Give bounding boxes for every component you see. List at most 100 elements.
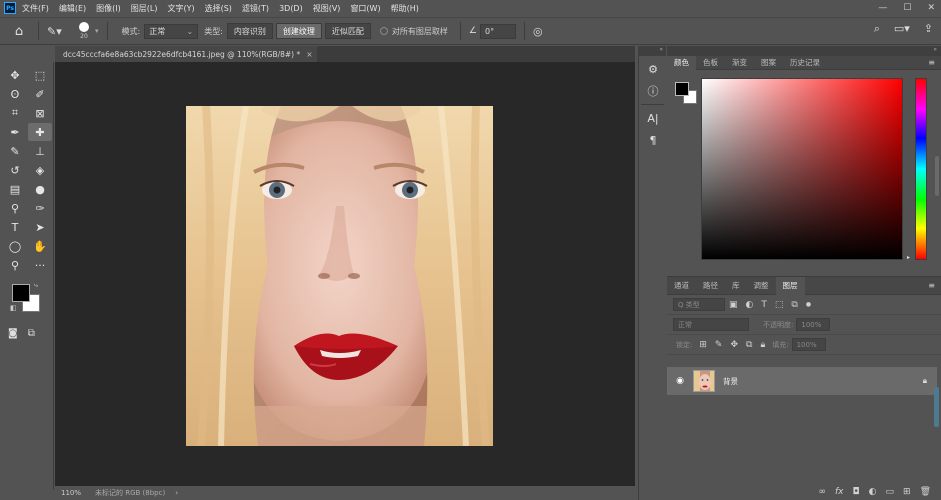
tab-color[interactable]: 颜色 [667,55,696,70]
filter-toggle-icon[interactable]: ● [806,301,811,308]
opacity-input[interactable]: 100% [796,318,831,331]
brush-tool-icon[interactable]: ✎ [3,142,27,160]
fx-icon[interactable]: fx [835,487,844,497]
menu-edit[interactable]: 编辑(E) [59,3,86,14]
adjustment-filter-icon[interactable]: ◐ [746,300,754,310]
hue-slider[interactable] [915,78,927,260]
menu-filter[interactable]: 滤镜(T) [242,3,269,14]
layer-lock-icon[interactable]: 🔒︎ [923,376,927,386]
zoom-level[interactable]: 110% [61,489,95,497]
new-layer-icon[interactable]: ⊞ [903,487,911,497]
panel-menu-icon[interactable]: ≡ [928,58,935,67]
frame-tool-icon[interactable]: ⊠ [28,104,52,122]
swap-colors-icon[interactable]: ⤷ [34,281,38,290]
fill-input[interactable]: 100% [791,338,826,351]
minimize-icon[interactable]: — [878,3,887,13]
quick-selection-tool-icon[interactable]: ✐ [28,85,52,103]
more-tools-icon[interactable]: ··· [28,256,52,274]
healing-brush-tool-icon[interactable]: ✚ [28,123,52,141]
lock-transparent-icon[interactable]: ⊞ [699,340,707,350]
tab-history[interactable]: 历史记录 [783,56,827,70]
gradient-tool-icon[interactable]: ▤ [3,180,27,198]
menu-image[interactable]: 图像(I) [96,3,121,14]
shape-filter-icon[interactable]: ⬚ [775,300,784,310]
search-icon[interactable]: ⌕ [874,22,880,36]
tab-patterns[interactable]: 图案 [754,56,783,70]
hue-marker-icon[interactable]: ▸ [907,254,910,261]
layer-row[interactable]: ◉ 背景 🔒︎ [667,367,937,395]
scrollbar[interactable] [934,387,939,427]
menu-select[interactable]: 选择(S) [205,3,232,14]
visibility-eye-icon[interactable]: ◉ [672,376,688,386]
pen-tool-icon[interactable]: ✑ [28,199,52,217]
lock-all-icon[interactable]: 🔒︎ [760,340,765,350]
mask-icon[interactable]: ◘ [853,487,860,497]
menu-window[interactable]: 窗口(W) [350,3,380,14]
info-panel-icon[interactable]: ⓘ [642,82,664,100]
group-icon[interactable]: ▭ [886,487,895,497]
tab-swatches[interactable]: 色板 [696,56,725,70]
angle-input[interactable]: 0° [480,23,516,39]
menu-3d[interactable]: 3D(D) [279,4,303,13]
tab-libraries[interactable]: 库 [725,277,747,295]
portrait-photo[interactable] [186,106,493,446]
menu-type[interactable]: 文字(Y) [167,3,194,14]
foreground-color-swatch[interactable] [12,284,30,302]
panel-menu-icon[interactable]: ≡ [928,281,935,290]
layer-filter-select[interactable]: Q 类型 [673,298,725,311]
type-content-aware-button[interactable]: 内容识别 [226,23,273,39]
dodge-tool-icon[interactable]: ⚲ [3,199,27,217]
foreground-color-swatch[interactable] [675,82,689,96]
quick-mask-icon[interactable]: ◙ [8,328,18,339]
menu-file[interactable]: 文件(F) [22,3,49,14]
marquee-tool-icon[interactable]: ⬚ [28,66,52,84]
lock-position-icon[interactable]: ✥ [730,340,738,350]
maximize-icon[interactable]: ☐ [903,3,911,13]
mode-select[interactable]: 正常 ⌄ [144,23,199,39]
canvas-area[interactable] [55,62,635,486]
crop-tool-icon[interactable]: ⌗ [3,104,27,122]
lock-artboard-icon[interactable]: ⧉ [746,340,752,350]
tab-adjustments[interactable]: 调整 [747,277,776,295]
tab-gradients[interactable]: 渐变 [725,56,754,70]
type-tool-icon[interactable]: T [3,218,27,236]
sample-all-layers-checkbox[interactable] [379,27,388,35]
color-field[interactable] [701,78,903,260]
eraser-tool-icon[interactable]: ◈ [28,161,52,179]
home-icon[interactable]: ⌂ [8,21,30,41]
workspace-icon[interactable]: ▭▾ [894,22,910,36]
photoshop-logo[interactable]: Ps [4,2,16,14]
spot-healing-brush-tool-preset-icon[interactable]: ✎▾ [47,25,73,38]
panel-collapse-bar[interactable]: » [667,46,941,56]
move-tool-icon[interactable]: ✥ [3,66,27,84]
chevron-down-icon[interactable]: ▾ [95,27,99,35]
tab-paths[interactable]: 路径 [696,277,725,295]
tab-channels[interactable]: 通道 [667,277,696,295]
brush-preset-picker[interactable]: 20 [73,22,95,40]
paragraph-panel-icon[interactable]: ¶ [642,131,664,149]
image-filter-icon[interactable]: ▣ [729,300,738,310]
type-filter-icon[interactable]: T [761,300,767,310]
document-tab[interactable]: dcc45cccfa6e8a63cb2922e6dfcb4161.jpeg @ … [55,46,317,62]
close-tab-icon[interactable]: × [306,50,312,59]
screen-mode-icon[interactable]: ⧉ [28,328,35,339]
adjustment-icon[interactable]: ◐ [869,487,877,497]
history-brush-tool-icon[interactable]: ↺ [3,161,27,179]
properties-panel-icon[interactable]: ⚙ [642,60,664,78]
stamp-tool-icon[interactable]: ⊥ [28,142,52,160]
shape-tool-icon[interactable]: ◯ [3,237,27,255]
delete-icon[interactable]: 🗑︎ [920,487,931,497]
path-selection-tool-icon[interactable]: ➤ [28,218,52,236]
pressure-size-icon[interactable]: ◎ [533,25,543,38]
hand-tool-icon[interactable]: ✋ [28,237,52,255]
menu-view[interactable]: 视图(V) [313,3,341,14]
lasso-tool-icon[interactable]: ʘ [3,85,27,103]
share-icon[interactable]: ⇪ [924,22,933,36]
link-icon[interactable]: ∞ [819,487,827,497]
eyedropper-tool-icon[interactable]: ✒ [3,123,27,141]
lock-image-icon[interactable]: ✎ [715,340,723,350]
type-proximity-match-button[interactable]: 近似匹配 [324,23,371,39]
scrollbar[interactable] [935,156,939,196]
menu-help[interactable]: 帮助(H) [391,3,419,14]
default-colors-icon[interactable]: ◧ [10,304,17,312]
